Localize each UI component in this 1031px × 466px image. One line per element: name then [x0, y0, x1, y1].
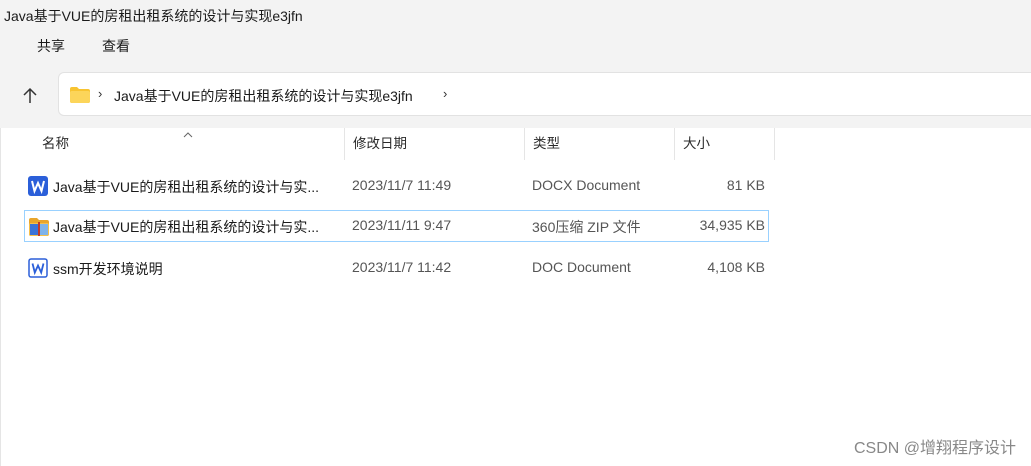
file-size: 34,935 KB	[699, 217, 765, 233]
chevron-right-icon[interactable]: ›	[443, 86, 447, 101]
tab-share[interactable]: 共享	[37, 36, 65, 56]
folder-icon	[69, 86, 91, 107]
file-size: 81 KB	[726, 177, 765, 193]
word-doc-icon	[28, 258, 48, 278]
file-row[interactable]: Java基于VUE的房租出租系统的设计与实... 2023/11/11 9:47…	[24, 210, 769, 242]
tab-edge[interactable]	[0, 36, 2, 55]
file-name: Java基于VUE的房租出租系统的设计与实...	[53, 219, 320, 235]
navigation-bar: › Java基于VUE的房租出租系统的设计与实现e3jfn ›	[0, 62, 1031, 128]
chevron-right-icon: ›	[98, 86, 103, 101]
address-bar[interactable]: › Java基于VUE的房租出租系统的设计与实现e3jfn ›	[58, 72, 1031, 116]
column-header-size[interactable]: 大小	[675, 128, 775, 160]
watermark: CSDN @增翔程序设计	[853, 440, 1016, 457]
divider	[0, 128, 1, 466]
file-row[interactable]: ssm开发环境说明 2023/11/7 11:42 DOC Document 4…	[24, 252, 769, 284]
file-size: 4,108 KB	[707, 259, 765, 275]
file-list: 名称 修改日期 类型 大小 Java基于VUE的房租出租系统的设计与实... 2…	[0, 128, 1031, 466]
file-type: DOC Document	[532, 259, 631, 275]
file-type: DOCX Document	[532, 177, 641, 193]
tab-view[interactable]: 查看	[102, 36, 130, 56]
title-bar: Java基于VUE的房租出租系统的设计与实现e3jfn	[0, 0, 1031, 30]
address-path[interactable]: Java基于VUE的房租出租系统的设计与实现e3jfn	[114, 86, 413, 106]
window-title: Java基于VUE的房租出租系统的设计与实现e3jfn	[4, 8, 303, 24]
arrow-up-icon	[23, 87, 37, 103]
file-type: 360压缩 ZIP 文件	[532, 219, 641, 235]
zip-archive-icon	[28, 216, 49, 236]
column-header-date[interactable]: 修改日期	[345, 128, 525, 160]
file-name: ssm开发环境说明	[53, 261, 163, 277]
file-date: 2023/11/11 9:47	[352, 217, 452, 233]
ribbon-tabs: 共享 查看	[0, 30, 1031, 62]
file-date: 2023/11/7 11:42	[352, 259, 452, 275]
column-header-type[interactable]: 类型	[525, 128, 675, 160]
word-docx-icon	[28, 176, 48, 196]
file-name: Java基于VUE的房租出租系统的设计与实...	[53, 179, 320, 195]
up-button[interactable]	[16, 82, 44, 110]
file-row[interactable]: Java基于VUE的房租出租系统的设计与实... 2023/11/7 11:49…	[24, 170, 769, 202]
file-date: 2023/11/7 11:49	[352, 177, 452, 193]
column-header-name[interactable]: 名称	[34, 128, 345, 160]
